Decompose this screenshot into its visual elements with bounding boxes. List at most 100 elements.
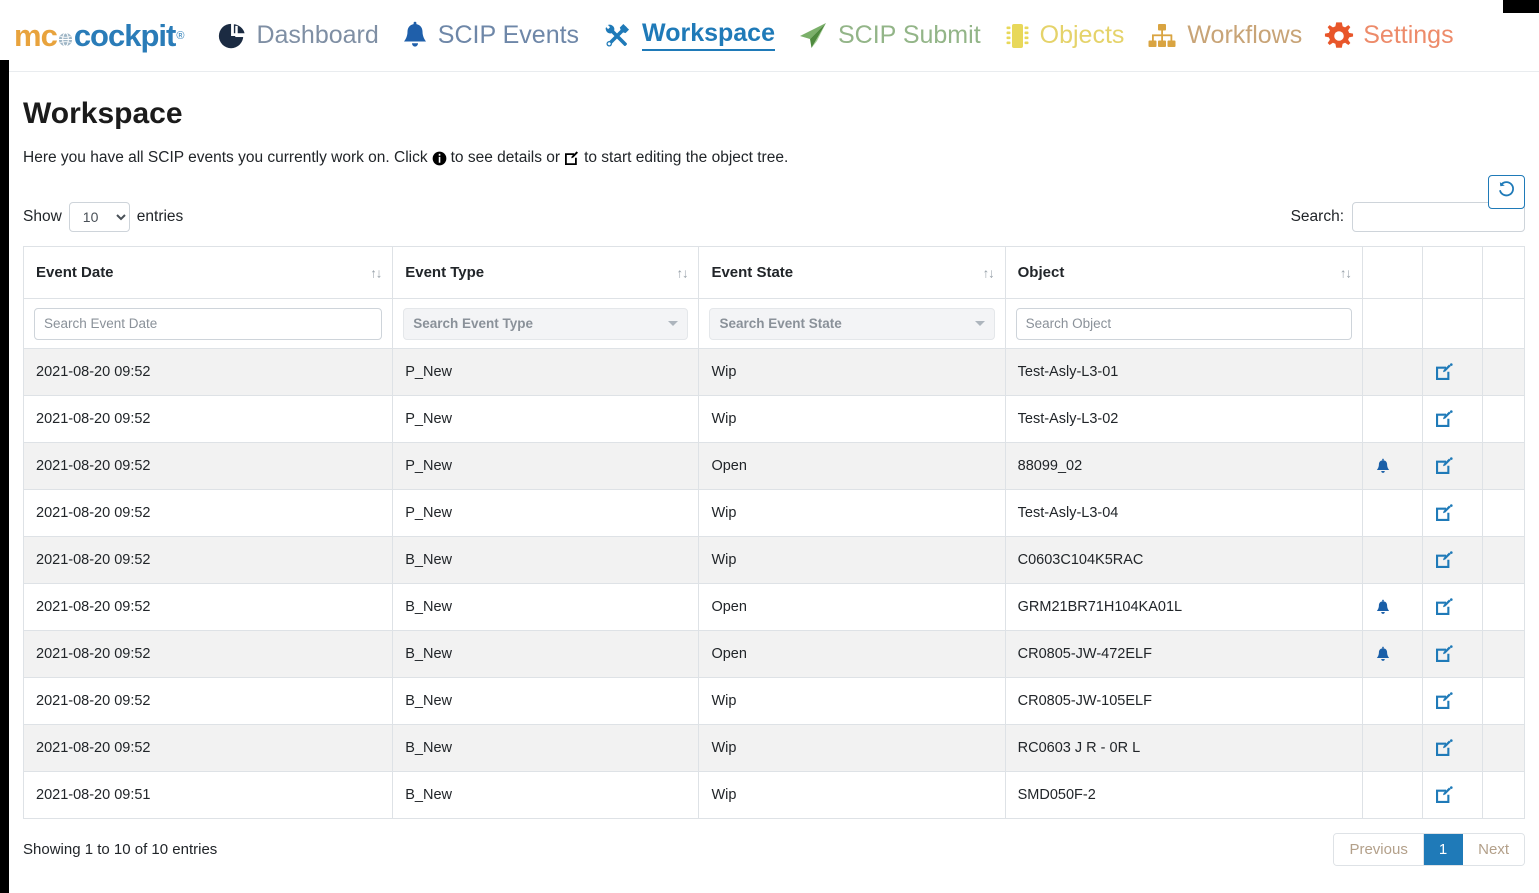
edit-object-tree-icon[interactable] <box>1435 739 1453 756</box>
page-description-part1: Here you have all SCIP events you curren… <box>23 149 428 166</box>
cell-event-state: Wip <box>698 677 1006 725</box>
cell-alert[interactable] <box>1361 630 1423 678</box>
column-header-object[interactable]: Object ↑↓ <box>1004 246 1363 299</box>
edit-object-tree-icon[interactable] <box>1435 692 1453 709</box>
nav-item-scip-events[interactable]: SCIP Events <box>390 15 590 57</box>
table-row[interactable]: 2021-08-20 09:51 B_New Wip SMD050F-2 <box>22 771 1526 819</box>
column-header-event-state[interactable]: Event State ↑↓ <box>698 246 1006 299</box>
pagination-next-button[interactable]: Next <box>1463 834 1524 865</box>
page-title: Workspace <box>23 97 183 130</box>
table-row[interactable]: 2021-08-20 09:52 P_New Wip Test-Asly-L3-04 <box>22 489 1526 537</box>
filter-input-event-date[interactable] <box>34 307 383 340</box>
filter-input-object[interactable] <box>1015 307 1352 340</box>
brand-registered-mark: ® <box>176 30 185 42</box>
edit-object-tree-icon[interactable] <box>1435 645 1453 662</box>
table-row[interactable]: 2021-08-20 09:52 P_New Wip Test-Asly-L3-02 <box>22 395 1526 443</box>
sort-updown-icon[interactable]: ↑↓ <box>676 265 688 280</box>
page-content: Workspace Here you have all SCIP events … <box>9 72 1539 893</box>
chevron-down-icon <box>668 321 679 326</box>
table-filter-row: Search Event Type Search Event State <box>22 298 1526 349</box>
cell-edit[interactable] <box>1421 536 1483 584</box>
bell-icon[interactable] <box>1375 599 1391 615</box>
nav-item-scip-submit[interactable]: SCIP Submit <box>786 15 992 57</box>
cell-edit[interactable] <box>1421 442 1483 490</box>
cell-alert <box>1361 724 1423 772</box>
cell-edit[interactable] <box>1421 348 1483 396</box>
info-circle-icon <box>432 151 447 166</box>
table-row[interactable]: 2021-08-20 09:52 P_New Open 88099_02 <box>22 442 1526 490</box>
filter-select-event-state[interactable]: Search Event State <box>709 307 995 340</box>
cell-edit[interactable] <box>1421 395 1483 443</box>
table-row[interactable]: 2021-08-20 09:52 B_New Wip C0603C104K5RAC <box>22 536 1526 584</box>
sort-updown-icon[interactable]: ↑↓ <box>983 265 995 280</box>
cell-extra <box>1481 395 1526 443</box>
cell-event-type: P_New <box>392 348 700 396</box>
brand-logo[interactable]: mc cockpit ® <box>14 20 184 51</box>
cell-alert <box>1361 348 1423 396</box>
nav-item-settings[interactable]: Settings <box>1313 15 1464 57</box>
pagination-page-1-button[interactable]: 1 <box>1423 834 1464 865</box>
edit-object-tree-icon[interactable] <box>1435 551 1453 568</box>
nav-label-dashboard: Dashboard <box>256 20 379 49</box>
nav-item-objects[interactable]: Objects <box>992 15 1136 57</box>
paper-plane-icon <box>797 21 829 51</box>
nav-item-workspace[interactable]: Workspace <box>590 14 786 57</box>
column-header-event-date[interactable]: Event Date ↑↓ <box>22 246 394 299</box>
cell-event-state: Open <box>698 583 1006 631</box>
cell-extra <box>1481 536 1526 584</box>
screenshot-left-edge-artifact <box>0 72 9 893</box>
cell-object: Test-Asly-L3-04 <box>1004 489 1363 537</box>
filter-select-event-type[interactable]: Search Event Type <box>403 307 689 340</box>
table-row[interactable]: 2021-08-20 09:52 P_New Wip Test-Asly-L3-01 <box>22 348 1526 396</box>
cell-extra <box>1481 348 1526 396</box>
sort-updown-icon[interactable]: ↑↓ <box>370 265 382 280</box>
edit-object-tree-icon[interactable] <box>1435 457 1453 474</box>
sort-updown-icon[interactable]: ↑↓ <box>1340 265 1352 280</box>
cell-event-state: Open <box>698 442 1006 490</box>
nav-label-objects: Objects <box>1039 20 1125 49</box>
cell-edit[interactable] <box>1421 771 1483 819</box>
cell-object: RC0603 J R - 0R L <box>1004 724 1363 772</box>
cell-edit[interactable] <box>1421 677 1483 725</box>
bell-icon[interactable] <box>1375 646 1391 662</box>
edit-object-tree-icon[interactable] <box>1435 363 1453 380</box>
edit-object-tree-icon[interactable] <box>1435 410 1453 427</box>
nav-item-dashboard[interactable]: Dashboard <box>206 15 389 57</box>
cell-alert <box>1361 489 1423 537</box>
cell-event-state: Wip <box>698 348 1006 396</box>
cell-edit[interactable] <box>1421 724 1483 772</box>
table-row[interactable]: 2021-08-20 09:52 B_New Wip RC0603 J R - 0R … <box>22 724 1526 772</box>
table-row[interactable]: 2021-08-20 09:52 B_New Open GRM21BR71H104KA… <box>22 583 1526 631</box>
cell-event-type: P_New <box>392 395 700 443</box>
table-row[interactable]: 2021-08-20 09:52 B_New Open CR0805-JW-472EL… <box>22 630 1526 678</box>
column-header-event-type[interactable]: Event Type ↑↓ <box>392 246 700 299</box>
edit-object-tree-icon[interactable] <box>1435 786 1453 803</box>
cell-alert[interactable] <box>1361 442 1423 490</box>
edit-square-icon-svg <box>1435 457 1453 474</box>
edit-square-icon-svg <box>1435 598 1453 615</box>
sitemap-icon <box>1146 21 1178 51</box>
pagination-previous-button[interactable]: Previous <box>1334 834 1424 865</box>
filter-cell-event-date <box>22 298 394 349</box>
cell-edit[interactable] <box>1421 489 1483 537</box>
cell-event-state: Wip <box>698 395 1006 443</box>
edit-object-tree-icon[interactable] <box>1435 598 1453 615</box>
cell-event-date: 2021-08-20 09:52 <box>22 348 394 396</box>
cell-event-type: P_New <box>392 442 700 490</box>
nav-item-workflows[interactable]: Workflows <box>1135 15 1313 57</box>
page-length-select[interactable]: 10 25 50 100 <box>68 202 130 232</box>
edit-square-icon-svg <box>1435 692 1453 709</box>
cell-edit[interactable] <box>1421 630 1483 678</box>
cell-alert[interactable] <box>1361 583 1423 631</box>
cell-event-date: 2021-08-20 09:52 <box>22 536 394 584</box>
table-row[interactable]: 2021-08-20 09:52 B_New Wip CR0805-JW-105ELF <box>22 677 1526 725</box>
tools-icon <box>601 21 633 51</box>
cell-edit[interactable] <box>1421 583 1483 631</box>
bell-icon[interactable] <box>1375 458 1391 474</box>
table-head: Event Date ↑↓ Event Type ↑↓ Event State … <box>22 246 1526 349</box>
cell-object: Test-Asly-L3-01 <box>1004 348 1363 396</box>
cell-extra <box>1481 771 1526 819</box>
refresh-button[interactable] <box>1488 175 1525 209</box>
edit-object-tree-icon[interactable] <box>1435 504 1453 521</box>
column-label-event-state: Event State <box>711 264 794 281</box>
